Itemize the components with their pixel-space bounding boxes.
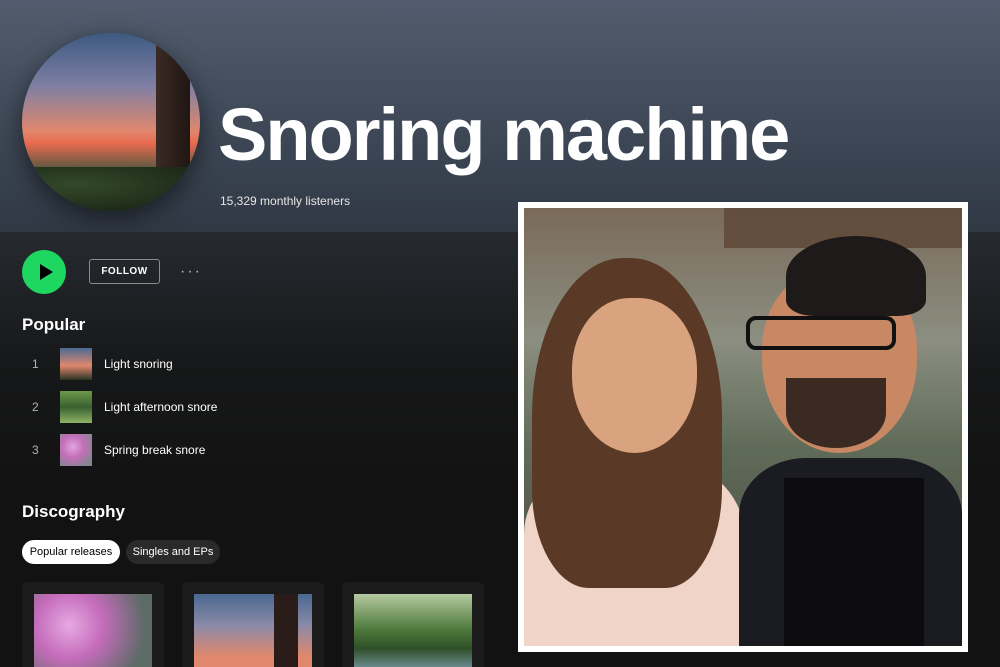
track-row[interactable]: 1 Light snoring [32, 348, 502, 380]
track-number: 2 [32, 400, 39, 414]
popular-heading: Popular [22, 315, 86, 334]
artist-avatar [22, 33, 200, 211]
album-cover [354, 594, 472, 667]
album-cover [194, 594, 312, 667]
discography-heading: Discography [22, 502, 125, 521]
monthly-listeners: 15,329 monthly listeners [220, 194, 351, 208]
track-name: Spring break snore [104, 443, 206, 457]
track-thumbnail [60, 434, 92, 466]
more-options-icon[interactable]: ··· [180, 263, 202, 281]
track-thumbnail [60, 348, 92, 380]
track-number: 1 [32, 357, 39, 371]
artist-name: Snoring machine [218, 93, 790, 176]
play-icon [39, 264, 53, 280]
track-row[interactable]: 3 Spring break snore [32, 434, 502, 466]
play-button[interactable] [22, 250, 66, 294]
track-name: Light afternoon snore [104, 400, 218, 414]
filter-popular-releases[interactable]: Popular releases [22, 540, 120, 564]
avatar-treeline [22, 167, 200, 211]
track-name: Light snoring [104, 357, 173, 371]
album-card[interactable] [342, 582, 484, 667]
album-cover [34, 594, 152, 667]
track-thumbnail [60, 391, 92, 423]
artist-header: Snoring machine 15,329 monthly listeners [0, 0, 1000, 232]
track-row[interactable]: 2 Light afternoon snore [32, 391, 502, 423]
album-card[interactable] [182, 582, 324, 667]
filter-singles-eps[interactable]: Singles and EPs [126, 540, 220, 564]
follow-button[interactable]: FOLLOW [89, 259, 160, 284]
couple-photo [524, 208, 962, 646]
track-number: 3 [32, 443, 39, 457]
album-card[interactable] [22, 582, 164, 667]
couple-photo-overlay [518, 202, 968, 652]
